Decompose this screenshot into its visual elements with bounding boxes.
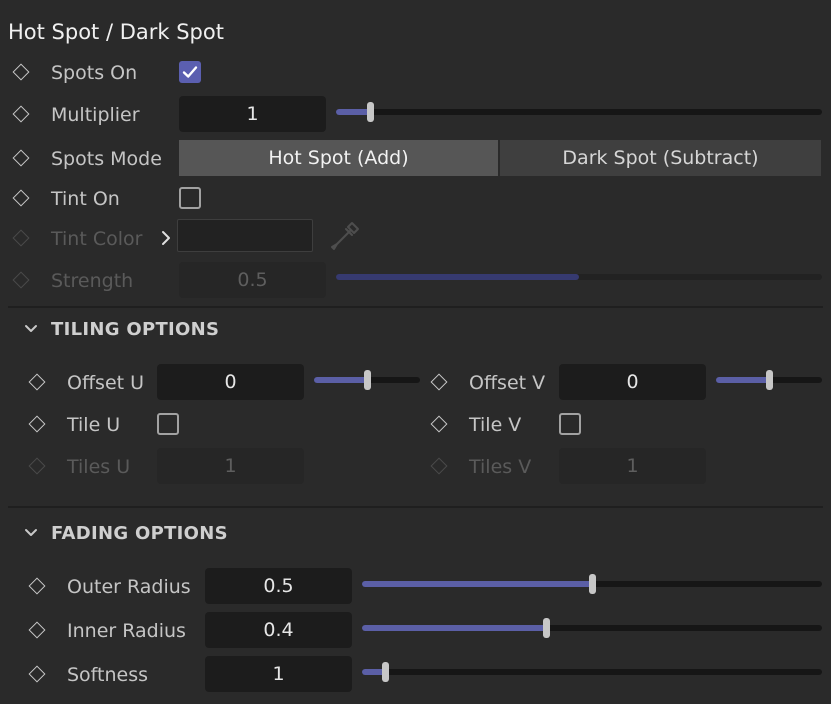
spots-mode-label: Spots Mode [51, 148, 162, 170]
eyedropper-icon[interactable] [328, 219, 362, 253]
offset-u-slider-thumb[interactable] [364, 370, 371, 390]
outer-radius-field[interactable]: 0.5 [205, 568, 352, 604]
multiplier-slider-thumb[interactable] [367, 102, 374, 122]
keyframe-diamond-icon[interactable] [430, 373, 448, 391]
keyframe-diamond-icon[interactable] [12, 189, 30, 207]
checkmark-icon [182, 66, 198, 78]
softness-field[interactable]: 1 [205, 656, 352, 692]
softness-slider[interactable] [362, 662, 822, 682]
tiles-u-field: 1 [157, 448, 304, 484]
keyframe-diamond-icon [12, 271, 30, 289]
spots-mode-option-hot-spot[interactable]: Hot Spot (Add) [179, 140, 498, 176]
panel-title: Hot Spot / Dark Spot [8, 20, 224, 44]
keyframe-diamond-icon[interactable] [28, 621, 46, 639]
section-divider [8, 306, 823, 308]
keyframe-diamond-icon[interactable] [430, 415, 448, 433]
multiplier-slider[interactable] [336, 102, 822, 122]
offset-u-field[interactable]: 0 [157, 364, 304, 400]
offset-u-slider[interactable] [314, 370, 420, 390]
softness-label: Softness [67, 664, 149, 686]
tint-on-checkbox[interactable] [179, 187, 201, 209]
section-divider [8, 506, 823, 508]
outer-radius-slider-thumb[interactable] [589, 574, 596, 594]
tint-color-swatch[interactable] [177, 219, 313, 252]
offset-u-slider-fill [314, 377, 367, 383]
strength-field: 0.5 [179, 262, 326, 298]
tiles-v-field: 1 [559, 448, 706, 484]
keyframe-diamond-icon [12, 229, 30, 247]
tiles-v-label: Tiles V [469, 456, 532, 478]
multiplier-slider-fill [336, 109, 370, 115]
spots-mode-option-dark-spot[interactable]: Dark Spot (Subtract) [500, 140, 821, 176]
multiplier-field[interactable]: 1 [179, 96, 326, 132]
tint-on-label: Tint On [51, 188, 120, 210]
fading-options-header[interactable]: FADING OPTIONS [51, 523, 228, 544]
strength-slider [336, 274, 822, 280]
keyframe-diamond-icon[interactable] [12, 149, 30, 167]
inner-radius-slider-fill [362, 625, 546, 631]
tile-u-checkbox[interactable] [157, 413, 179, 435]
chevron-down-icon[interactable] [23, 526, 39, 540]
inner-radius-slider[interactable] [362, 618, 822, 638]
strength-label: Strength [51, 270, 134, 292]
offset-v-field[interactable]: 0 [559, 364, 706, 400]
offset-v-slider[interactable] [716, 370, 822, 390]
spots-on-label: Spots On [51, 62, 138, 84]
inner-radius-label: Inner Radius [67, 620, 186, 642]
offset-v-slider-thumb[interactable] [766, 370, 773, 390]
tint-color-label: Tint Color [51, 228, 143, 250]
inner-radius-field[interactable]: 0.4 [205, 612, 352, 648]
keyframe-diamond-icon[interactable] [12, 105, 30, 123]
keyframe-diamond-icon [430, 457, 448, 475]
outer-radius-label: Outer Radius [67, 576, 191, 598]
tile-v-checkbox[interactable] [559, 413, 581, 435]
chevron-right-icon[interactable] [159, 229, 173, 247]
offset-v-slider-fill [716, 377, 769, 383]
inner-radius-slider-thumb[interactable] [543, 618, 550, 638]
keyframe-diamond-icon[interactable] [28, 415, 46, 433]
keyframe-diamond-icon[interactable] [28, 665, 46, 683]
softness-slider-thumb[interactable] [382, 662, 389, 682]
outer-radius-slider[interactable] [362, 574, 822, 594]
chevron-down-icon[interactable] [23, 322, 39, 336]
keyframe-diamond-icon[interactable] [28, 577, 46, 595]
keyframe-diamond-icon [28, 457, 46, 475]
spots-on-checkbox[interactable] [179, 61, 201, 83]
offset-u-label: Offset U [67, 372, 145, 394]
tiling-options-header[interactable]: TILING OPTIONS [51, 319, 219, 340]
multiplier-label: Multiplier [51, 104, 140, 126]
keyframe-diamond-icon[interactable] [12, 63, 30, 81]
strength-slider-fill [336, 274, 579, 280]
outer-radius-slider-fill [362, 581, 592, 587]
offset-v-label: Offset V [469, 372, 546, 394]
keyframe-diamond-icon[interactable] [28, 373, 46, 391]
tile-v-label: Tile V [469, 414, 522, 436]
tile-u-label: Tile U [67, 414, 121, 436]
tiles-u-label: Tiles U [67, 456, 131, 478]
